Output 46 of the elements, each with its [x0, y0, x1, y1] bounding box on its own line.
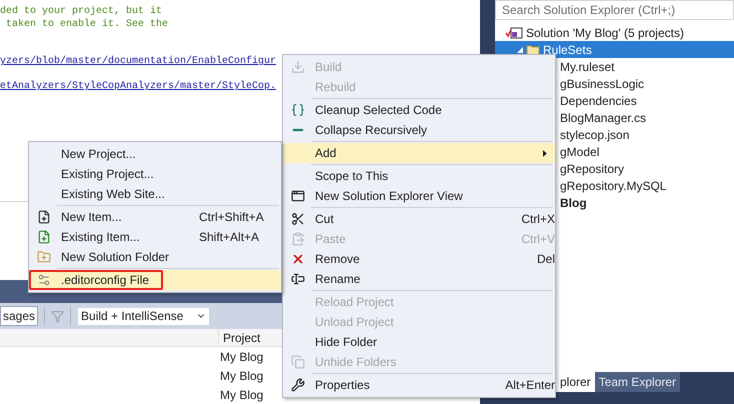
table-cell-text: My Blog [219, 386, 264, 404]
menu-item[interactable]: New Solution Explorer View [283, 186, 555, 206]
code-comment: taken to enable it. See the [5, 18, 168, 31]
new-file-icon [37, 210, 51, 224]
menu-item[interactable]: Existing Web Site... [29, 184, 281, 204]
menu-item[interactable]: Cleanup Selected Code [283, 100, 555, 120]
settings-icon [37, 273, 51, 287]
rename-icon [291, 272, 305, 286]
window-icon [291, 189, 305, 203]
submenu-arrow-icon [543, 150, 547, 156]
menu-item[interactable]: Rename [283, 269, 555, 289]
menu-item[interactable]: Scope to This [283, 166, 555, 186]
pages-icon [291, 355, 305, 369]
remove-icon [291, 252, 305, 266]
menu-item[interactable]: Existing Item... Shift+Alt+A [29, 227, 281, 247]
messages-button[interactable]: sages [0, 306, 38, 326]
menu-item[interactable]: Cut Ctrl+X [283, 209, 555, 229]
scissors-icon [291, 212, 305, 226]
tree-item[interactable]: Solution 'My Blog' (5 projects) [495, 24, 734, 41]
build-icon [291, 60, 305, 74]
folder-icon [37, 250, 51, 264]
menu-item[interactable]: New Item... Ctrl+Shift+A [29, 207, 281, 227]
braces-icon [291, 103, 305, 117]
solution-icon [505, 26, 523, 39]
expand-arrow-icon[interactable] [517, 46, 523, 52]
code-link[interactable]: etAnalyzers/StyleCopAnalyzers/master/StyleCop. [0, 81, 276, 94]
menu-item[interactable]: Collapse Recursively [283, 120, 555, 140]
menu-item[interactable]: Remove Del [283, 249, 555, 269]
menu-item[interactable]: Add [283, 143, 555, 163]
build-filter-dropdown[interactable]: Build + IntelliSense [77, 306, 210, 326]
menu-item[interactable]: .editorconfig File [29, 270, 281, 290]
code-comment: ded to your project, but it [0, 6, 162, 18]
search-field[interactable]: Search Solution Explorer (Ctrl+;) [495, 0, 734, 20]
table-cell-text: My Blog [219, 348, 264, 366]
table-cell-text: My Blog [219, 368, 264, 385]
tab[interactable]: plorer [556, 372, 595, 392]
code-link[interactable]: yzers/blob/master/documentation/EnableConfigur [0, 56, 276, 68]
tree-item[interactable]: RuleSets [495, 41, 734, 58]
menu-item[interactable]: Existing Project... [29, 164, 281, 184]
menu-item[interactable]: Properties Alt+Enter [283, 375, 555, 395]
menu-item[interactable]: New Solution Folder [29, 247, 281, 267]
add-file-icon [37, 230, 51, 244]
paste-icon [291, 232, 305, 246]
wrench-icon [291, 378, 305, 392]
menu-item[interactable]: New Project... [29, 144, 281, 164]
tab[interactable]: Team Explorer [594, 372, 680, 392]
